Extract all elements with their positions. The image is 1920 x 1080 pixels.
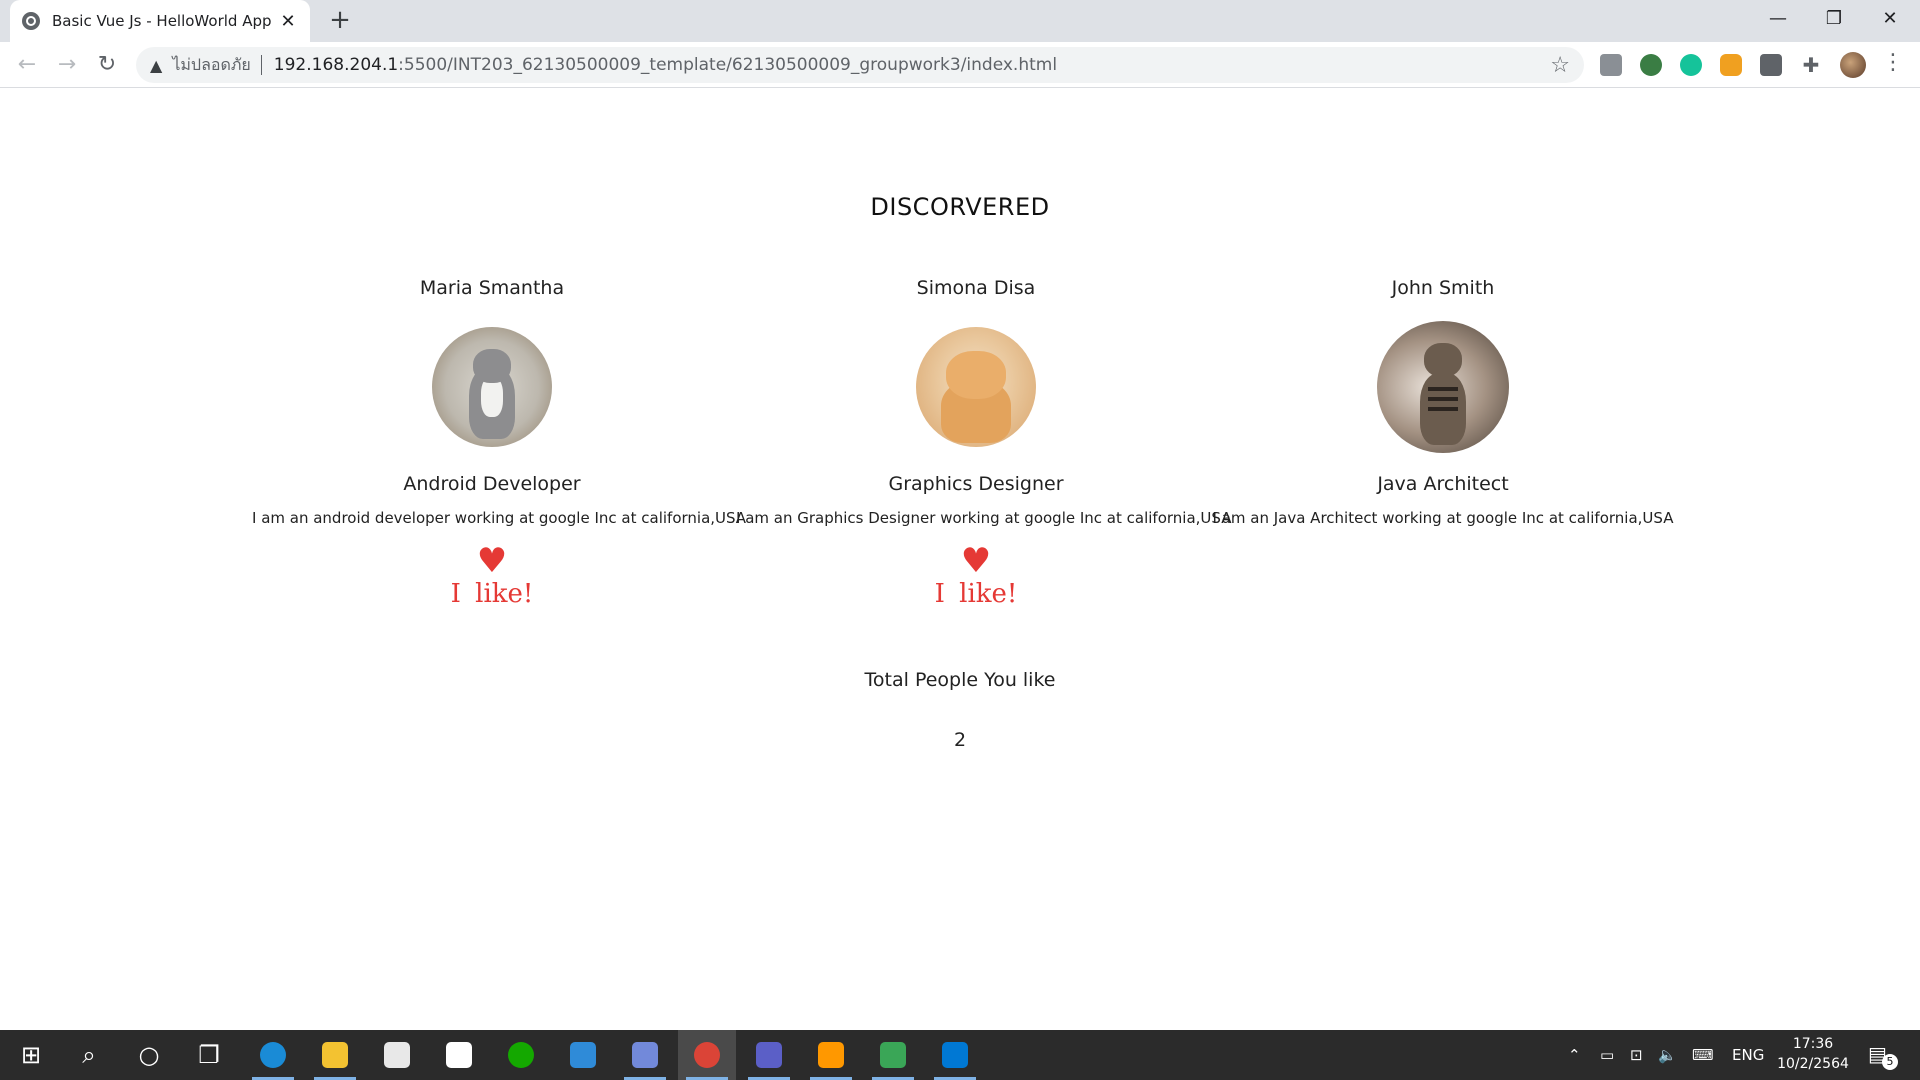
extension-square-icon[interactable]: [1760, 54, 1782, 76]
keyboard-icon[interactable]: ⌨: [1692, 1030, 1714, 1080]
cortana-icon[interactable]: ○: [120, 1030, 178, 1080]
cat-avatar[interactable]: [916, 327, 1036, 447]
person-role: Android Developer: [403, 473, 581, 495]
cat-head: [473, 349, 511, 383]
sublime-icon[interactable]: [802, 1030, 860, 1080]
total-liked-count: 2: [953, 729, 967, 751]
media-app-icon[interactable]: [864, 1030, 922, 1080]
not-secure-label[interactable]: ไม่ปลอดภัย: [172, 53, 250, 78]
network-icon[interactable]: ⊡: [1630, 1030, 1643, 1080]
forward-arrow-icon[interactable]: →: [52, 50, 82, 80]
close-window-button[interactable]: ✕: [1862, 0, 1918, 36]
person-card: John Smith Java Architect I am an Java A…: [1203, 277, 1683, 527]
like-label: I like!: [934, 579, 1018, 609]
taskbar: ⊞ ⌕ ○ ❐ ⌃ ▭ ⊡ 🔈 ⌨ ENG 17:36 10/2/2564 ▤ …: [0, 1030, 1920, 1080]
restore-button[interactable]: ❐: [1806, 0, 1862, 36]
back-arrow-icon[interactable]: ←: [12, 50, 42, 80]
clock-date: 10/2/2564: [1777, 1056, 1849, 1072]
like-indicator: ♥ I like!: [252, 543, 732, 613]
search-icon[interactable]: ⌕: [60, 1030, 118, 1080]
cat-head: [1424, 343, 1462, 377]
new-tab-button[interactable]: +: [326, 6, 354, 34]
windows-start-icon[interactable]: ⊞: [2, 1030, 60, 1080]
url-host[interactable]: 192.168.204.1: [274, 55, 398, 75]
browser-toolbar: ← → ↻ ▲ ไม่ปลอดภัย 192.168.204.1 :5500/I…: [0, 42, 1920, 88]
person-description: I am an Java Architect working at google…: [1212, 509, 1674, 527]
person-name: Simona Disa: [916, 277, 1036, 299]
address-divider: [260, 55, 262, 75]
profile-avatar[interactable]: [1840, 52, 1866, 78]
person-description: I am an android developer working at goo…: [252, 509, 747, 527]
like-label: I like!: [450, 579, 534, 609]
mail-icon[interactable]: [554, 1030, 612, 1080]
total-liked-label: Total People You like: [864, 669, 1056, 691]
person-name: Maria Smantha: [419, 277, 565, 299]
page-title: DISCORVERED: [870, 193, 1050, 221]
heart-icon: ♥: [960, 541, 992, 581]
bookmark-star-icon[interactable]: ☆: [1550, 53, 1570, 78]
person-card: Simona Disa Graphics Designer I am an Gr…: [736, 277, 1232, 613]
file-explorer-icon[interactable]: [306, 1030, 364, 1080]
discord-icon[interactable]: [616, 1030, 674, 1080]
notification-icon[interactable]: ▤ 5: [1868, 1042, 1898, 1070]
volume-icon[interactable]: 🔈: [1658, 1030, 1677, 1080]
teams-icon[interactable]: [740, 1030, 798, 1080]
warning-icon[interactable]: ▲: [150, 56, 162, 75]
clock-time: 17:36: [1792, 1036, 1834, 1052]
reload-icon[interactable]: ↻: [92, 50, 122, 80]
extension-globe-icon[interactable]: [1640, 54, 1662, 76]
system-clock[interactable]: 17:36 10/2/2564: [1770, 1034, 1856, 1074]
puzzle-icon[interactable]: ✚: [1800, 54, 1822, 76]
extension-orange-icon[interactable]: [1720, 54, 1742, 76]
like-indicator: ♥ I like!: [736, 543, 1216, 613]
address-bar[interactable]: ▲ ไม่ปลอดภัย 192.168.204.1 :5500/INT203_…: [136, 47, 1584, 83]
url-path[interactable]: :5500/INT203_62130500009_template/621305…: [398, 55, 1057, 75]
page-content: DISCORVERED Maria Smantha Android Develo…: [0, 89, 1920, 1030]
cat-body: [1420, 373, 1466, 445]
minimize-button[interactable]: —: [1750, 0, 1806, 36]
task-view-icon[interactable]: ❐: [180, 1030, 238, 1080]
person-card: Maria Smantha Android Developer I am an …: [252, 277, 747, 613]
browser-tab-strip: Basic Vue Js - HelloWorld App ✕ + — ❐ ✕: [0, 0, 1920, 42]
notification-badge: 5: [1882, 1054, 1898, 1070]
vscode-icon[interactable]: [926, 1030, 984, 1080]
cat-avatar[interactable]: [432, 327, 552, 447]
upwork-icon[interactable]: [492, 1030, 550, 1080]
person-name: John Smith: [1391, 277, 1495, 299]
browser-tab[interactable]: Basic Vue Js - HelloWorld App ✕: [10, 0, 310, 42]
edge-icon[interactable]: [244, 1030, 302, 1080]
grammarly-icon[interactable]: [1680, 54, 1702, 76]
store-icon[interactable]: [368, 1030, 426, 1080]
person-role: Graphics Designer: [888, 473, 1064, 495]
chrome-icon[interactable]: [678, 1030, 736, 1080]
tab-close-icon[interactable]: ✕: [278, 11, 298, 32]
heart-icon: ♥: [476, 541, 508, 581]
more-menu-icon[interactable]: ⋮: [1882, 50, 1904, 75]
language-indicator[interactable]: ENG: [1732, 1030, 1764, 1080]
person-description: I am an Graphics Designer working at goo…: [736, 509, 1232, 527]
cat-head: [946, 351, 1006, 399]
tray-chevron-icon[interactable]: ⌃: [1568, 1030, 1581, 1080]
tab-title: Basic Vue Js - HelloWorld App: [52, 12, 272, 30]
extension-cube-icon[interactable]: [1600, 54, 1622, 76]
globe-icon: [22, 12, 40, 30]
cat-avatar[interactable]: [1377, 321, 1509, 453]
battery-icon[interactable]: ▭: [1600, 1030, 1614, 1080]
person-role: Java Architect: [1377, 473, 1509, 495]
notion-icon[interactable]: [430, 1030, 488, 1080]
